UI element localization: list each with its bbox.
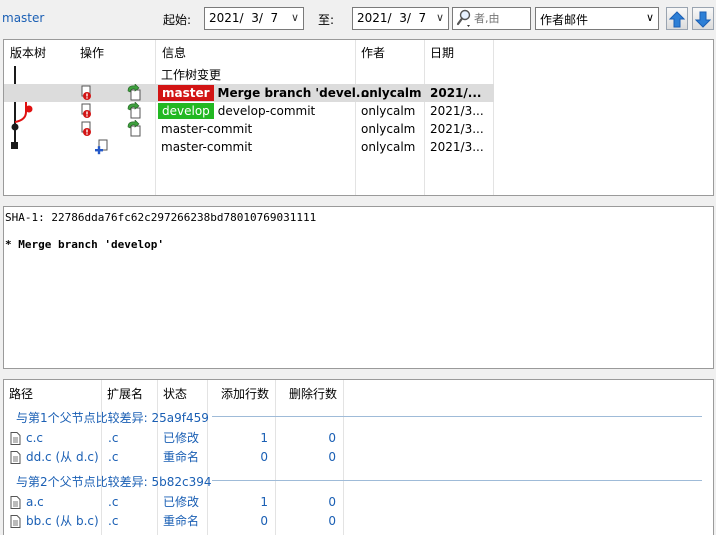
column-header-actions[interactable]: 操作 [74,40,104,66]
lines-deleted: 0 [328,514,336,528]
end-date-label: 至: [318,13,335,27]
search-input[interactable] [474,10,528,27]
chevron-down-icon[interactable]: ∨ [291,11,299,24]
commit-message: master-commit [161,122,253,136]
lines-added: 1 [260,431,268,445]
file-status: 重命名 [163,450,200,464]
text-file-icon [10,451,21,467]
column-header-lines-added[interactable]: 添加行数 [216,380,269,408]
lines-added: 0 [260,514,268,528]
column-header-date[interactable]: 日期 [424,40,454,66]
group-title-parent-1: 与第1个父节点比较差异: 25a9f459 [16,411,209,425]
commit-author: onlycalm [361,104,416,118]
commit-details-panel[interactable]: SHA-1: 22786dda76fc62c297266238bd7801076… [3,206,714,369]
search-field-value: 作者邮件 [540,13,589,27]
column-header-path[interactable]: 路径 [4,380,33,408]
search-field-select[interactable]: 作者邮件 ∨ [535,7,659,30]
file-row[interactable]: dd.c (从 d.c) .c 重命名 0 0 [4,448,344,467]
commit-author: onlycalm [361,122,416,136]
reset-arrow-icon[interactable] [126,119,142,140]
file-status: 已修改 [163,431,200,445]
file-row[interactable]: c.c .c 已修改 1 0 [4,429,344,448]
group-title-parent-2: 与第2个父节点比较差异: 5b82c394 [16,475,212,489]
file-path[interactable]: dd.c (从 d.c) [26,448,99,467]
commit-date: 2021/3... [430,104,484,118]
end-date-value: 2021/ 3/ 7 [357,11,427,25]
start-date-picker[interactable]: 2021/ 3/ 7 ∨ [204,7,304,30]
arrow-up-icon [669,11,685,28]
search-icon[interactable] [456,9,472,27]
file-extension: .c [108,514,119,528]
column-header-author[interactable]: 作者 [355,40,385,66]
start-date-label: 起始: [163,13,192,27]
branch-tag-master[interactable]: master [158,85,214,101]
file-path[interactable]: bb.c (从 b.c) [26,512,99,531]
lines-added: 0 [260,450,268,464]
column-header-message[interactable]: 信息 [156,40,186,66]
chevron-down-icon[interactable]: ∨ [646,11,654,24]
log-row[interactable]: master-commit onlycalm 2021/3... [4,119,713,140]
file-extension: .c [108,431,119,445]
log-row[interactable]: develop develop-commit onlycalm 2021/3... [4,101,713,122]
arrow-down-icon [695,11,711,28]
reset-arrow-icon[interactable] [126,101,142,122]
start-date-value: 2021/ 3/ 7 [209,11,279,25]
commit-message: Merge branch 'devel... [217,86,370,100]
commit-author: onlycalm [361,140,416,154]
lines-added: 1 [260,495,268,509]
next-match-button[interactable] [692,7,714,30]
log-row-selected[interactable]: master Merge branch 'devel... onlycalm 20… [4,83,494,104]
commit-date: 2021/... [430,86,482,100]
commit-message: master-commit [161,140,253,154]
commit-sha: SHA-1: 22786dda76fc62c297266238bd7801076… [5,211,317,224]
file-row[interactable]: bb.c (从 b.c) .c 重命名 0 0 [4,512,344,531]
lines-deleted: 0 [328,450,336,464]
chevron-down-icon[interactable]: ∨ [436,11,444,24]
commit-date: 2021/3... [430,122,484,136]
file-extension: .c [108,495,119,509]
search-box[interactable] [452,7,531,30]
commit-message: 工作树变更 [161,68,222,82]
branch-tag-develop[interactable]: develop [158,103,214,119]
column-header-extension[interactable]: 扩展名 [102,380,143,408]
text-file-icon [10,496,21,512]
commit-message: develop-commit [217,104,316,118]
column-header-lines-deleted[interactable]: 删除行数 [284,380,337,408]
lines-deleted: 0 [328,495,336,509]
column-header-status[interactable]: 状态 [158,380,187,408]
branch-link[interactable]: master [2,11,44,25]
column-header-graph[interactable]: 版本树 [4,40,46,66]
file-extension: .c [108,450,119,464]
add-file-icon[interactable] [94,139,110,158]
file-status: 重命名 [163,514,200,528]
file-path[interactable]: a.c [26,493,44,512]
toolbar: master 起始: 2021/ 3/ 7 ∨ 至: 2021/ 3/ 7 ∨ … [0,0,716,36]
file-row[interactable]: a.c .c 已修改 1 0 [4,493,344,512]
end-date-picker[interactable]: 2021/ 3/ 7 ∨ [352,7,449,30]
lines-deleted: 0 [328,431,336,445]
log-row[interactable]: 工作树变更 [4,66,713,84]
commit-message-detail: * Merge branch 'develop' [5,238,164,251]
log-row[interactable]: master-commit onlycalm 2021/3... [4,138,713,156]
file-path[interactable]: c.c [26,429,43,448]
text-file-icon [10,515,21,531]
changed-files-panel: 路径 扩展名 状态 添加行数 删除行数 与第1个父节点比较差异: 25a9f45… [3,379,714,535]
text-file-icon [10,432,21,448]
commit-log-panel: 版本树 操作 信息 作者 日期 工作树变更 master Merge branch… [3,39,714,196]
commit-author: onlycalm [361,86,422,100]
reset-arrow-icon[interactable] [126,83,142,104]
commit-date: 2021/3... [430,140,484,154]
previous-match-button[interactable] [666,7,688,30]
file-status: 已修改 [163,495,200,509]
